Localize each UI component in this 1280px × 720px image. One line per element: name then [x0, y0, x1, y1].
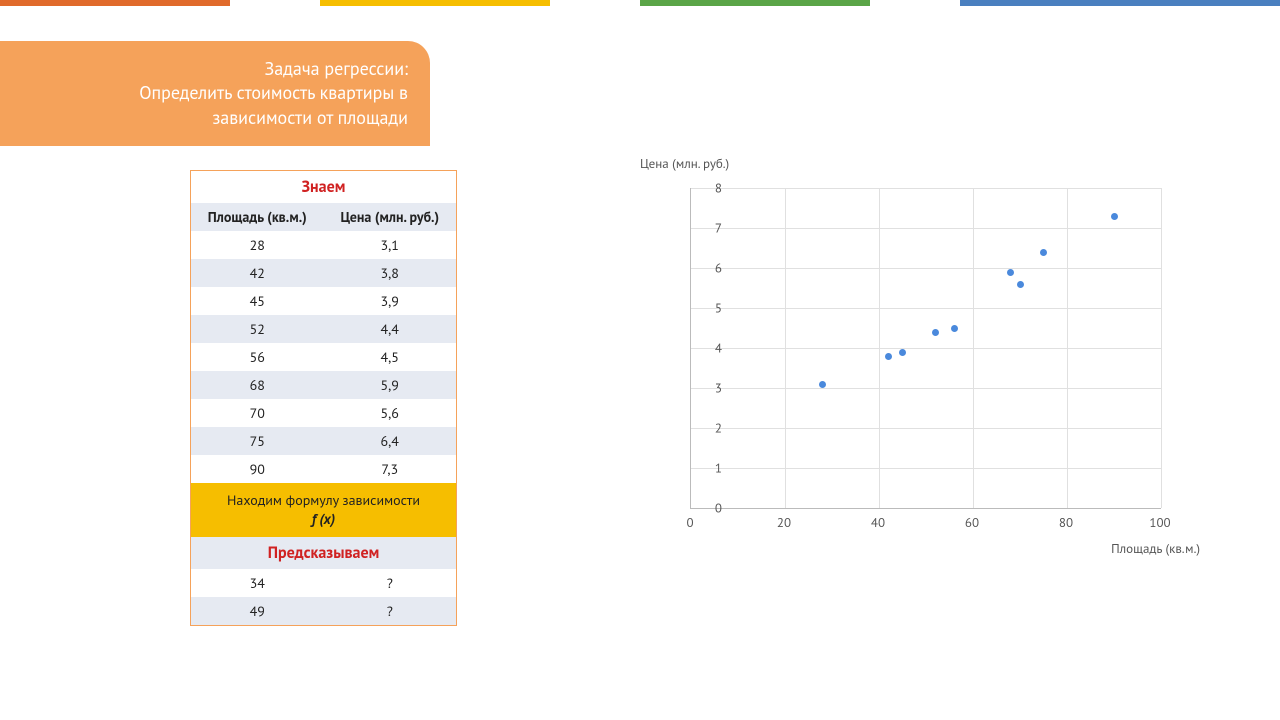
table-row: 756,4 — [191, 427, 456, 455]
y-tick-label: 7 — [682, 220, 722, 237]
chart-x-axis-label: Площадь (кв.м.) — [1111, 540, 1200, 557]
data-point — [1111, 213, 1118, 220]
topbar-segment — [960, 0, 1280, 6]
cell-price: 3,9 — [324, 287, 457, 315]
cell-price: 3,8 — [324, 259, 457, 287]
topbar-segment — [0, 0, 230, 6]
x-tick-label: 60 — [957, 514, 987, 531]
table-row: 423,8 — [191, 259, 456, 287]
cell-area: 49 — [191, 597, 324, 625]
cell-area: 42 — [191, 259, 324, 287]
title-line-1: Задача регрессии: — [10, 57, 408, 81]
cell-area: 34 — [191, 569, 324, 597]
cell-price: ? — [324, 569, 457, 597]
gridline-h — [691, 388, 1161, 389]
cell-price: 6,4 — [324, 427, 457, 455]
table-row: 283,1 — [191, 231, 456, 259]
slide-title: Задача регрессии: Определить стоимость к… — [0, 41, 430, 146]
y-tick-label: 4 — [682, 340, 722, 357]
table-row: 34? — [191, 569, 456, 597]
y-tick-label: 1 — [682, 460, 722, 477]
table-row: 685,9 — [191, 371, 456, 399]
data-table: Знаем Площадь (кв.м.) Цена (млн. руб.) 2… — [190, 170, 457, 626]
gridline-h — [691, 308, 1161, 309]
cell-area: 52 — [191, 315, 324, 343]
cell-area: 75 — [191, 427, 324, 455]
gridline-v — [879, 188, 880, 508]
cell-price: 7,3 — [324, 455, 457, 483]
cell-price: 5,6 — [324, 399, 457, 427]
table-row: 705,6 — [191, 399, 456, 427]
col-area-header: Площадь (кв.м.) — [191, 203, 324, 231]
table-row: 907,3 — [191, 455, 456, 483]
y-tick-label: 3 — [682, 380, 722, 397]
topbar-segment — [230, 0, 320, 6]
title-line-3: зависимости от площади — [10, 106, 408, 130]
cell-area: 90 — [191, 455, 324, 483]
x-tick-label: 80 — [1051, 514, 1081, 531]
gridline-h — [691, 468, 1161, 469]
topbar-segment — [320, 0, 550, 6]
x-tick-label: 100 — [1145, 514, 1175, 531]
gridline-h — [691, 228, 1161, 229]
gridline-v — [1067, 188, 1068, 508]
data-point — [819, 381, 826, 388]
data-point — [1007, 269, 1014, 276]
topbar-segment — [640, 0, 870, 6]
data-point — [951, 325, 958, 332]
table-row: 453,9 — [191, 287, 456, 315]
formula-row: Находим формулу зависимости f (x) — [191, 483, 456, 537]
cell-area: 28 — [191, 231, 324, 259]
x-tick-label: 0 — [675, 514, 705, 531]
table-headers: Площадь (кв.м.) Цена (млн. руб.) — [191, 203, 456, 231]
gridline-v — [785, 188, 786, 508]
scatter-chart: Цена (млн. руб.) Площадь (кв.м.) 0123456… — [640, 155, 1230, 538]
table-row: 564,5 — [191, 343, 456, 371]
cell-area: 56 — [191, 343, 324, 371]
table-predict-title: Предсказываем — [191, 537, 456, 569]
x-tick-label: 20 — [769, 514, 799, 531]
data-point — [932, 329, 939, 336]
table-known-title: Знаем — [191, 171, 456, 203]
x-tick-label: 40 — [863, 514, 893, 531]
gridline-h — [691, 268, 1161, 269]
data-point — [885, 353, 892, 360]
table-row: 49? — [191, 597, 456, 625]
data-point — [1040, 249, 1047, 256]
y-tick-label: 6 — [682, 260, 722, 277]
col-price-header: Цена (млн. руб.) — [324, 203, 457, 231]
gridline-v — [973, 188, 974, 508]
formula-text: Находим формулу зависимости — [227, 491, 420, 509]
y-tick-label: 8 — [682, 180, 722, 197]
cell-price: 3,1 — [324, 231, 457, 259]
gridline-h — [691, 348, 1161, 349]
cell-area: 68 — [191, 371, 324, 399]
cell-area: 70 — [191, 399, 324, 427]
top-accent-bar — [0, 0, 1280, 6]
cell-price: 4,4 — [324, 315, 457, 343]
cell-price: 5,9 — [324, 371, 457, 399]
cell-area: 45 — [191, 287, 324, 315]
table-row: 524,4 — [191, 315, 456, 343]
y-tick-label: 5 — [682, 300, 722, 317]
data-point — [899, 349, 906, 356]
topbar-segment — [550, 0, 640, 6]
gridline-h — [691, 428, 1161, 429]
cell-price: 4,5 — [324, 343, 457, 371]
chart-y-axis-label: Цена (млн. руб.) — [640, 155, 1230, 172]
title-line-2: Определить стоимость квартиры в — [10, 81, 408, 105]
topbar-segment — [870, 0, 960, 6]
cell-price: ? — [324, 597, 457, 625]
gridline-v — [1161, 188, 1162, 508]
gridline-h — [691, 188, 1161, 189]
y-tick-label: 2 — [682, 420, 722, 437]
formula-fx: f (x) — [312, 510, 335, 528]
data-point — [1017, 281, 1024, 288]
